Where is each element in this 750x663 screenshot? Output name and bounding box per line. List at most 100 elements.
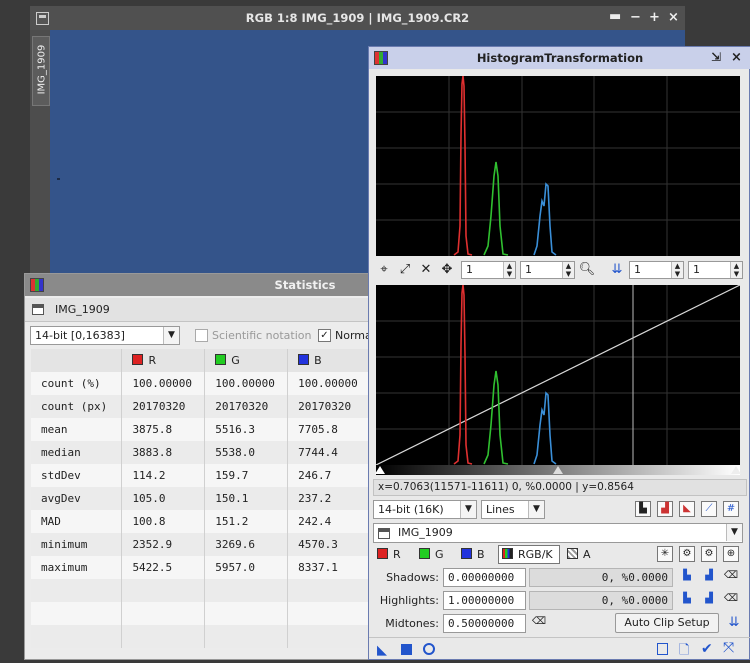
channel-r-button[interactable]: R: [377, 548, 401, 561]
normalized-label: Norma: [335, 329, 372, 342]
zoom-h-stepper-2[interactable]: 1 ▲ ▼: [629, 261, 684, 279]
channel-a-button[interactable]: A: [567, 548, 591, 561]
pan-icon[interactable]: ✥: [438, 261, 456, 279]
table-row: stdDev 114.2 159.7 246.7: [31, 464, 371, 487]
check-icon[interactable]: ✔: [701, 641, 713, 657]
shadows-field[interactable]: 0.00000000: [443, 568, 526, 587]
highlights-reset-icon[interactable]: ⌫: [723, 592, 739, 608]
shadows-auto-icon[interactable]: ▙: [679, 569, 695, 585]
apply-global-icon[interactable]: [423, 643, 435, 655]
range-select[interactable]: 14-bit [0,16383] ▼: [30, 326, 180, 345]
view-side-tab-label: IMG_1909: [36, 44, 48, 95]
zoom-h-stepper-1[interactable]: 1 ▲ ▼: [461, 261, 516, 279]
stepper-arrows-icon[interactable]: ▲ ▼: [671, 262, 683, 278]
zoom-h-value-2: 1: [634, 263, 641, 276]
image-window-titlebar[interactable]: RGB 1:8 IMG_1909 | IMG_1909.CR2 ▬ − + ×: [30, 6, 685, 30]
column-b-label: B: [314, 354, 322, 367]
transfer-function-icon[interactable]: ◣: [679, 501, 695, 517]
channel-b-label: B: [477, 548, 485, 561]
zoom-v-stepper-2[interactable]: 1 ▲ ▼: [688, 261, 743, 279]
shade-icon[interactable]: ⇲: [711, 50, 721, 64]
zoom-v-stepper-1[interactable]: 1 ▲ ▼: [520, 261, 575, 279]
curve-icon[interactable]: ⟋: [701, 501, 717, 517]
highlights-field[interactable]: 1.00000000: [443, 591, 526, 610]
depth-select-value: 14-bit (16K): [378, 503, 444, 516]
crosshair-icon[interactable]: ⊕: [723, 546, 739, 562]
chevron-down-icon: ▼: [163, 327, 179, 344]
gear-icon[interactable]: ⚙: [701, 546, 717, 562]
output-histogram-icon[interactable]: ▟: [657, 501, 673, 517]
highlights-slider-handle[interactable]: [731, 466, 741, 474]
maximize-button[interactable]: +: [649, 10, 660, 25]
midtones-slider-handle[interactable]: [553, 466, 563, 474]
value-r: 20170320: [121, 395, 206, 418]
shadows-slider-handle[interactable]: [375, 466, 385, 474]
histogram-titlebar[interactable]: HistogramTransformation ⇲ ×: [369, 47, 750, 69]
stepper-arrows-icon[interactable]: ▲ ▼: [562, 262, 574, 278]
double-chevron-down-icon[interactable]: ⇊: [725, 614, 743, 632]
midtones-field[interactable]: 0.50000000: [443, 614, 526, 633]
apply-icon[interactable]: [401, 644, 412, 655]
column-header-g[interactable]: G: [204, 349, 289, 372]
grid-lines: [376, 76, 740, 256]
value-g: 20170320: [204, 395, 289, 418]
minimize-button[interactable]: −: [630, 10, 641, 25]
value-r: 100.8: [121, 510, 206, 533]
stepper-arrows-icon[interactable]: ▲ ▼: [730, 262, 742, 278]
column-header-b[interactable]: B: [287, 349, 371, 372]
value-g: 5538.0: [204, 441, 289, 464]
red-swatch-icon: [377, 548, 388, 559]
shade-icon[interactable]: ▬: [609, 9, 621, 24]
close-button[interactable]: ×: [731, 50, 742, 65]
gear-icon[interactable]: ⚙: [679, 546, 695, 562]
row-label: MAD: [31, 510, 123, 533]
rgbk-swatch-icon: [502, 548, 513, 559]
view-selector-bar[interactable]: IMG_1909: [25, 298, 375, 322]
scientific-label: Scientific notation: [212, 329, 312, 342]
channel-rgbk-button[interactable]: RGB/K: [498, 545, 560, 564]
new-instance-icon[interactable]: ◣: [377, 643, 387, 658]
graph-style-select[interactable]: Lines ▼: [481, 500, 545, 519]
statistics-titlebar[interactable]: Statistics: [25, 274, 375, 296]
magnifier-icon[interactable]: 🔍︎: [578, 261, 596, 279]
depth-select[interactable]: 14-bit (16K) ▼: [373, 500, 477, 519]
grid-icon[interactable]: #: [723, 501, 739, 517]
histogram-red-curve: [453, 75, 473, 256]
view-select[interactable]: IMG_1909 ▼: [373, 523, 743, 543]
close-button[interactable]: ×: [668, 10, 679, 25]
zoom-fit-icon[interactable]: ⤢: [396, 261, 414, 279]
column-header-r[interactable]: R: [121, 349, 206, 372]
highlights-clip-icon[interactable]: ▟: [701, 592, 717, 608]
value-g: 151.2: [204, 510, 289, 533]
reset-icon[interactable]: ⤧: [723, 640, 734, 656]
statistics-window: Statistics IMG_1909 14-bit [0,16383] ▼ S…: [24, 273, 375, 660]
table-row: minimum 2352.9 3269.6 4570.3: [31, 533, 371, 556]
reset-all-icon[interactable]: ✳: [657, 546, 673, 562]
chevron-down-icon: ▼: [528, 501, 544, 518]
histogram-plot-top[interactable]: [376, 75, 740, 256]
zoom-reset-icon[interactable]: ✕: [417, 261, 435, 279]
shadows-reset-icon[interactable]: ⌫: [723, 569, 739, 585]
highlights-auto-icon[interactable]: ▙: [679, 592, 695, 608]
midtones-reset-icon[interactable]: ⌫: [531, 615, 547, 631]
histogram-plot-bottom[interactable]: [375, 284, 741, 466]
preview-icon[interactable]: [657, 643, 668, 655]
input-histogram-icon[interactable]: ▙: [635, 501, 651, 517]
view-side-tab[interactable]: IMG_1909: [32, 36, 50, 106]
midtones-slider-track[interactable]: [375, 465, 741, 475]
highlights-label: Highlights:: [379, 594, 439, 607]
readout-cursor-icon[interactable]: ⌖: [375, 261, 393, 279]
shadows-label: Shadows:: [386, 571, 439, 584]
auto-clip-setup-button[interactable]: Auto Clip Setup: [615, 613, 719, 633]
channel-b-button[interactable]: B: [461, 548, 485, 561]
scientific-checkbox[interactable]: [195, 329, 208, 342]
empty-row: [31, 625, 371, 648]
normalized-checkbox[interactable]: ✓: [318, 329, 331, 342]
transfer-curve[interactable]: [375, 284, 741, 466]
channel-g-button[interactable]: G: [419, 548, 444, 561]
stepper-arrows-icon[interactable]: ▲ ▼: [503, 262, 515, 278]
value-b: 8337.1: [287, 556, 371, 579]
highlights-clip-readout: 0, %0.0000: [529, 591, 673, 610]
shadows-clip-icon[interactable]: ▟: [701, 569, 717, 585]
double-chevron-down-icon[interactable]: ⇊: [608, 261, 626, 279]
